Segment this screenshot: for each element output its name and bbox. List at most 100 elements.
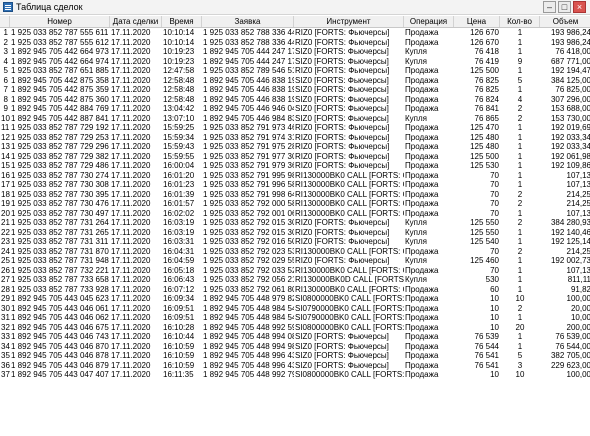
cell-quantity: 1 <box>517 332 523 341</box>
cell-volume: 192 125,14 <box>550 237 590 246</box>
cell-operation: Продажа <box>405 180 439 189</box>
table-row[interactable]: 11 1 925 033 852 787 729 192 17.11.2020 15:… <box>0 123 590 133</box>
cell-quantity: 1 <box>517 284 523 294</box>
column-header-number[interactable]: Номер <box>10 16 110 27</box>
table-row[interactable]: 20 1 925 033 852 787 730 497 17.11.2020 16:… <box>0 209 590 219</box>
table-row[interactable]: 16 1 925 033 852 787 730 274 17.11.2020 16:… <box>0 171 590 181</box>
cell-instrument: SIZ0 [FORTS: Фьючерсы] <box>295 85 389 94</box>
cell-index: 23 <box>1 237 10 246</box>
cell-instrument: SI0790000BK0 CALL [FORTS: Опц <box>295 313 404 322</box>
table-row[interactable]: 29 1 892 945 705 443 045 623 17.11.2020 16:… <box>0 294 590 304</box>
cell-order: 1 892 945 705 448 996 430 <box>203 351 294 360</box>
table-row[interactable]: 28 1 925 033 852 787 733 928 17.11.2020 16:… <box>0 285 590 295</box>
column-header-price[interactable]: Цена <box>454 16 500 27</box>
cell-time: 15:59:25 <box>163 123 195 132</box>
table-row[interactable]: 12 1 925 033 852 787 729 253 17.11.2020 15:… <box>0 133 590 143</box>
table-row[interactable]: 13 1 925 033 852 787 729 296 17.11.2020 15:… <box>0 142 590 152</box>
table-row[interactable]: 32 1 892 945 705 443 046 675 17.11.2020 16:… <box>0 323 590 333</box>
cell-operation: Продажа <box>405 104 439 113</box>
table-row[interactable]: 14 1 925 033 852 787 729 382 17.11.2020 15:… <box>0 152 590 162</box>
cell-number: 1 892 945 705 442 884 769 <box>11 104 109 113</box>
table-row[interactable]: 33 1 892 945 705 443 046 743 17.11.2020 16:… <box>0 332 590 342</box>
cell-volume: 192 019,69 <box>550 123 590 132</box>
cell-instrument: SI0800000BK0 CALL [FORTS: Опц <box>295 370 404 379</box>
table-row[interactable]: 36 1 892 945 705 443 046 879 17.11.2020 16:… <box>0 361 590 371</box>
table-row[interactable]: 37 1 892 945 705 443 047 407 17.11.2020 16:… <box>0 370 590 380</box>
column-header-operation[interactable]: Операция <box>404 16 454 27</box>
cell-time: 16:10:59 <box>163 351 195 360</box>
cell-order: 1 925 033 852 792 056 211 <box>203 275 294 284</box>
cell-price: 125 460 <box>470 256 499 265</box>
cell-instrument: RI130000BK0 CALL [FORTS: Опц <box>295 208 404 218</box>
cell-operation: Продажа <box>405 199 439 208</box>
cell-instrument: RI130000BK0 CALL [FORTS: Опц <box>295 284 404 294</box>
minimize-button[interactable]: – <box>543 1 556 13</box>
cell-number: 1 925 033 852 787 733 658 <box>11 275 109 284</box>
cell-instrument: SIZ0 [FORTS: Фьючерсы] <box>295 75 389 85</box>
table-row[interactable]: 15 1 925 033 852 787 729 486 17.11.2020 16:… <box>0 161 590 171</box>
cell-volume: 193 986,24 <box>550 28 590 37</box>
table-row[interactable]: 22 1 925 033 852 787 731 265 17.11.2020 16:… <box>0 228 590 238</box>
table-row[interactable]: 23 1 925 033 852 787 731 311 17.11.2020 16:… <box>0 237 590 247</box>
table-row[interactable]: 35 1 892 945 705 443 046 878 17.11.2020 16:… <box>0 351 590 361</box>
close-button[interactable]: × <box>573 1 586 13</box>
table-row[interactable]: 30 1 892 945 705 443 046 061 17.11.2020 16:… <box>0 304 590 314</box>
column-header-trade-date[interactable]: Дата сделки <box>110 16 162 27</box>
table-row[interactable]: 19 1 925 033 852 787 730 476 17.11.2020 16:… <box>0 199 590 209</box>
cell-operation: Продажа <box>405 37 439 47</box>
cell-time: 16:10:44 <box>163 332 195 341</box>
cell-trade-date: 17.11.2020 <box>111 275 151 284</box>
column-header-order[interactable]: Заявка <box>202 16 294 27</box>
cell-instrument: SIZ0 [FORTS: Фьючерсы] <box>295 94 389 104</box>
table-row[interactable]: 24 1 925 033 852 787 731 870 17.11.2020 16:… <box>0 247 590 257</box>
cell-time: 16:02:02 <box>163 208 195 218</box>
cell-quantity: 1 <box>517 256 523 265</box>
column-header-volume[interactable]: Объем <box>540 16 590 27</box>
table-row[interactable]: 10 1 892 945 705 442 887 841 17.11.2020 13:… <box>0 114 590 124</box>
maximize-button[interactable]: □ <box>558 1 571 13</box>
table-row[interactable]: 91 892 945 705 442 884 769 17.11.2020 13:0… <box>0 104 590 114</box>
column-header-index[interactable] <box>0 16 10 27</box>
cell-price: 125 480 <box>470 132 499 142</box>
cell-index: 2 <box>3 37 8 47</box>
table-row[interactable]: 34 1 892 945 705 443 046 870 17.11.2020 16:… <box>0 342 590 352</box>
cell-order: 1 892 945 705 448 992 597 <box>203 322 294 332</box>
cell-volume: 214,25 <box>566 189 590 199</box>
table-row[interactable]: 41 892 945 705 442 664 974 17.11.2020 10:1… <box>0 57 590 67</box>
column-header-instrument[interactable]: Инструмент <box>294 16 404 27</box>
table-row[interactable]: 11 925 033 852 787 555 611 17.11.2020 10:1… <box>0 28 590 38</box>
cell-index: 21 <box>1 218 10 227</box>
cell-trade-date: 17.11.2020 <box>111 313 151 322</box>
cell-time: 12:58:48 <box>163 85 195 94</box>
cell-volume: 107,13 <box>566 170 590 180</box>
table-row[interactable]: 18 1 925 033 852 787 730 395 17.11.2020 16:… <box>0 190 590 200</box>
cell-time: 16:05:18 <box>163 265 195 275</box>
cell-order: 1 925 033 852 792 023 533 <box>203 246 294 256</box>
table-row[interactable]: 71 892 945 705 442 875 359 17.11.2020 12:5… <box>0 85 590 95</box>
cell-operation: Продажа <box>405 360 439 370</box>
cell-time: 15:59:55 <box>163 151 195 161</box>
cell-index: 3 <box>3 47 8 56</box>
table-row[interactable]: 21 925 033 852 787 555 612 17.11.2020 10:1… <box>0 38 590 48</box>
table-row[interactable]: 81 892 945 705 442 875 360 17.11.2020 12:5… <box>0 95 590 105</box>
cell-quantity: 1 <box>517 170 523 180</box>
table-row[interactable]: 51 925 033 852 787 651 885 17.11.2020 12:4… <box>0 66 590 76</box>
table-row[interactable]: 25 1 925 033 852 787 731 948 17.11.2020 16:… <box>0 256 590 266</box>
table-row[interactable]: 31 892 945 705 442 664 973 17.11.2020 10:1… <box>0 47 590 57</box>
cell-quantity: 10 <box>515 370 525 379</box>
cell-volume: 384 125,00 <box>550 75 590 85</box>
column-header-time[interactable]: Время <box>162 16 202 27</box>
table-row[interactable]: 27 1 925 033 852 787 733 658 17.11.2020 16:… <box>0 275 590 285</box>
cell-index: 29 <box>1 294 10 303</box>
table-row[interactable]: 61 892 945 705 442 875 358 17.11.2020 12:5… <box>0 76 590 86</box>
table-row[interactable]: 17 1 925 033 852 787 730 308 17.11.2020 16:… <box>0 180 590 190</box>
table-row[interactable]: 26 1 925 033 852 787 732 221 17.11.2020 16:… <box>0 266 590 276</box>
table-row[interactable]: 31 1 892 945 705 443 046 062 17.11.2020 16:… <box>0 313 590 323</box>
cell-order: 1 892 945 705 448 996 430 <box>203 360 294 370</box>
cell-instrument: RI130000BK0 CALL [FORTS: Опц <box>295 265 404 275</box>
column-header-quantity[interactable]: Кол-во <box>500 16 540 27</box>
cell-quantity: 5 <box>517 75 523 85</box>
cell-trade-date: 17.11.2020 <box>111 284 151 294</box>
cell-quantity: 5 <box>517 351 523 360</box>
table-row[interactable]: 21 1 925 033 852 787 731 264 17.11.2020 16:… <box>0 218 590 228</box>
